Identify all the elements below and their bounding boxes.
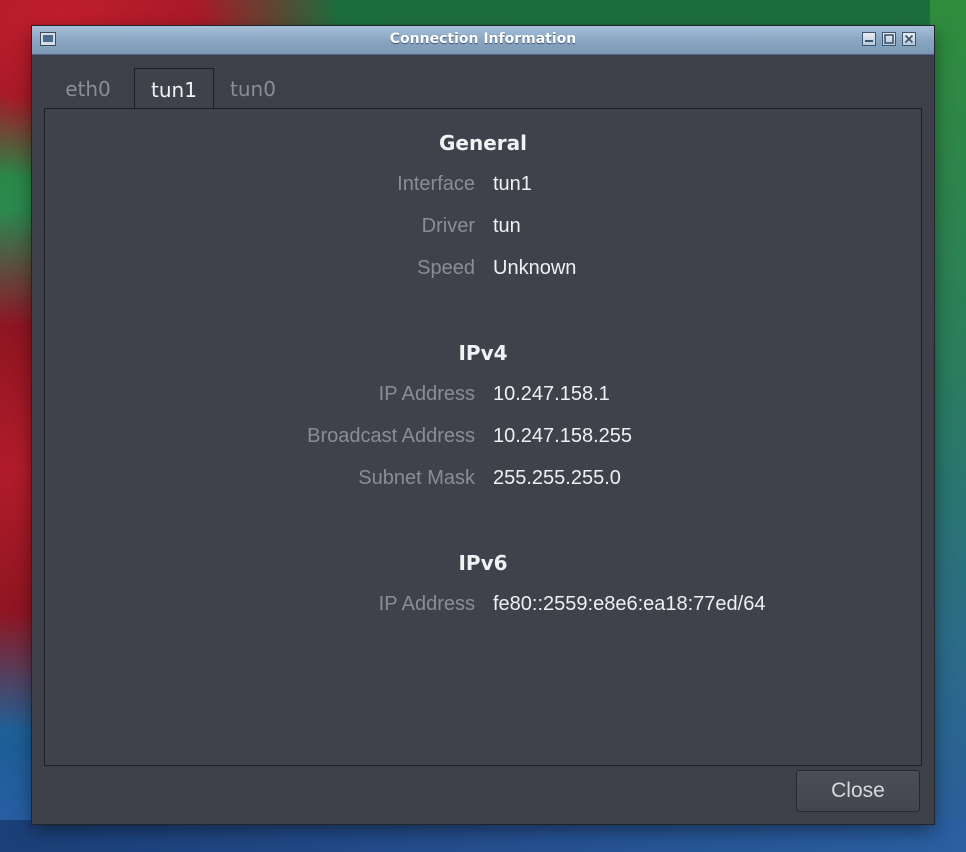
section-title-general: General: [439, 131, 527, 155]
value-driver: tun: [493, 215, 521, 237]
label-speed: Speed: [417, 257, 475, 279]
maximize-icon: [884, 34, 894, 44]
tab-tun1[interactable]: tun1: [134, 68, 214, 110]
label-ipv6-address: IP Address: [378, 593, 475, 615]
value-ipv6-address: fe80::2559:e8e6:ea18:77ed/64: [493, 593, 766, 615]
maximize-button[interactable]: [882, 32, 896, 46]
tab-tun0[interactable]: tun0: [218, 68, 288, 108]
label-broadcast-address: Broadcast Address: [307, 425, 475, 447]
value-interface: tun1: [493, 173, 532, 195]
tab-eth0[interactable]: eth0: [50, 68, 126, 108]
label-ipv4-address: IP Address: [378, 383, 475, 405]
close-button[interactable]: Close: [796, 770, 920, 812]
connection-details-panel: General Interface tun1 Driver tun Speed …: [44, 108, 922, 766]
label-subnet-mask: Subnet Mask: [358, 467, 475, 489]
section-title-ipv4: IPv4: [458, 341, 508, 365]
close-window-button[interactable]: [902, 32, 916, 46]
interface-tabs: eth0 tun1 tun0: [44, 68, 924, 110]
minimize-icon: [865, 40, 873, 42]
value-broadcast-address: 10.247.158.255: [493, 425, 633, 447]
window-title: Connection Information: [389, 31, 577, 47]
value-subnet-mask: 255.255.255.0: [493, 467, 621, 489]
connection-information-window: Connection Information eth0 tun1 tun0 Ge…: [32, 26, 934, 824]
value-ipv4-address: 10.247.158.1: [493, 383, 610, 405]
label-driver: Driver: [421, 215, 475, 237]
close-icon: [904, 34, 914, 44]
minimize-button[interactable]: [862, 32, 876, 46]
label-interface: Interface: [397, 173, 475, 195]
window-titlebar[interactable]: Connection Information: [32, 26, 934, 55]
section-title-ipv6: IPv6: [458, 551, 508, 575]
value-speed: Unknown: [493, 257, 577, 279]
desktop-background-bottom: [0, 820, 966, 852]
desktop-background: [930, 0, 966, 852]
network-window-icon[interactable]: [40, 32, 56, 46]
